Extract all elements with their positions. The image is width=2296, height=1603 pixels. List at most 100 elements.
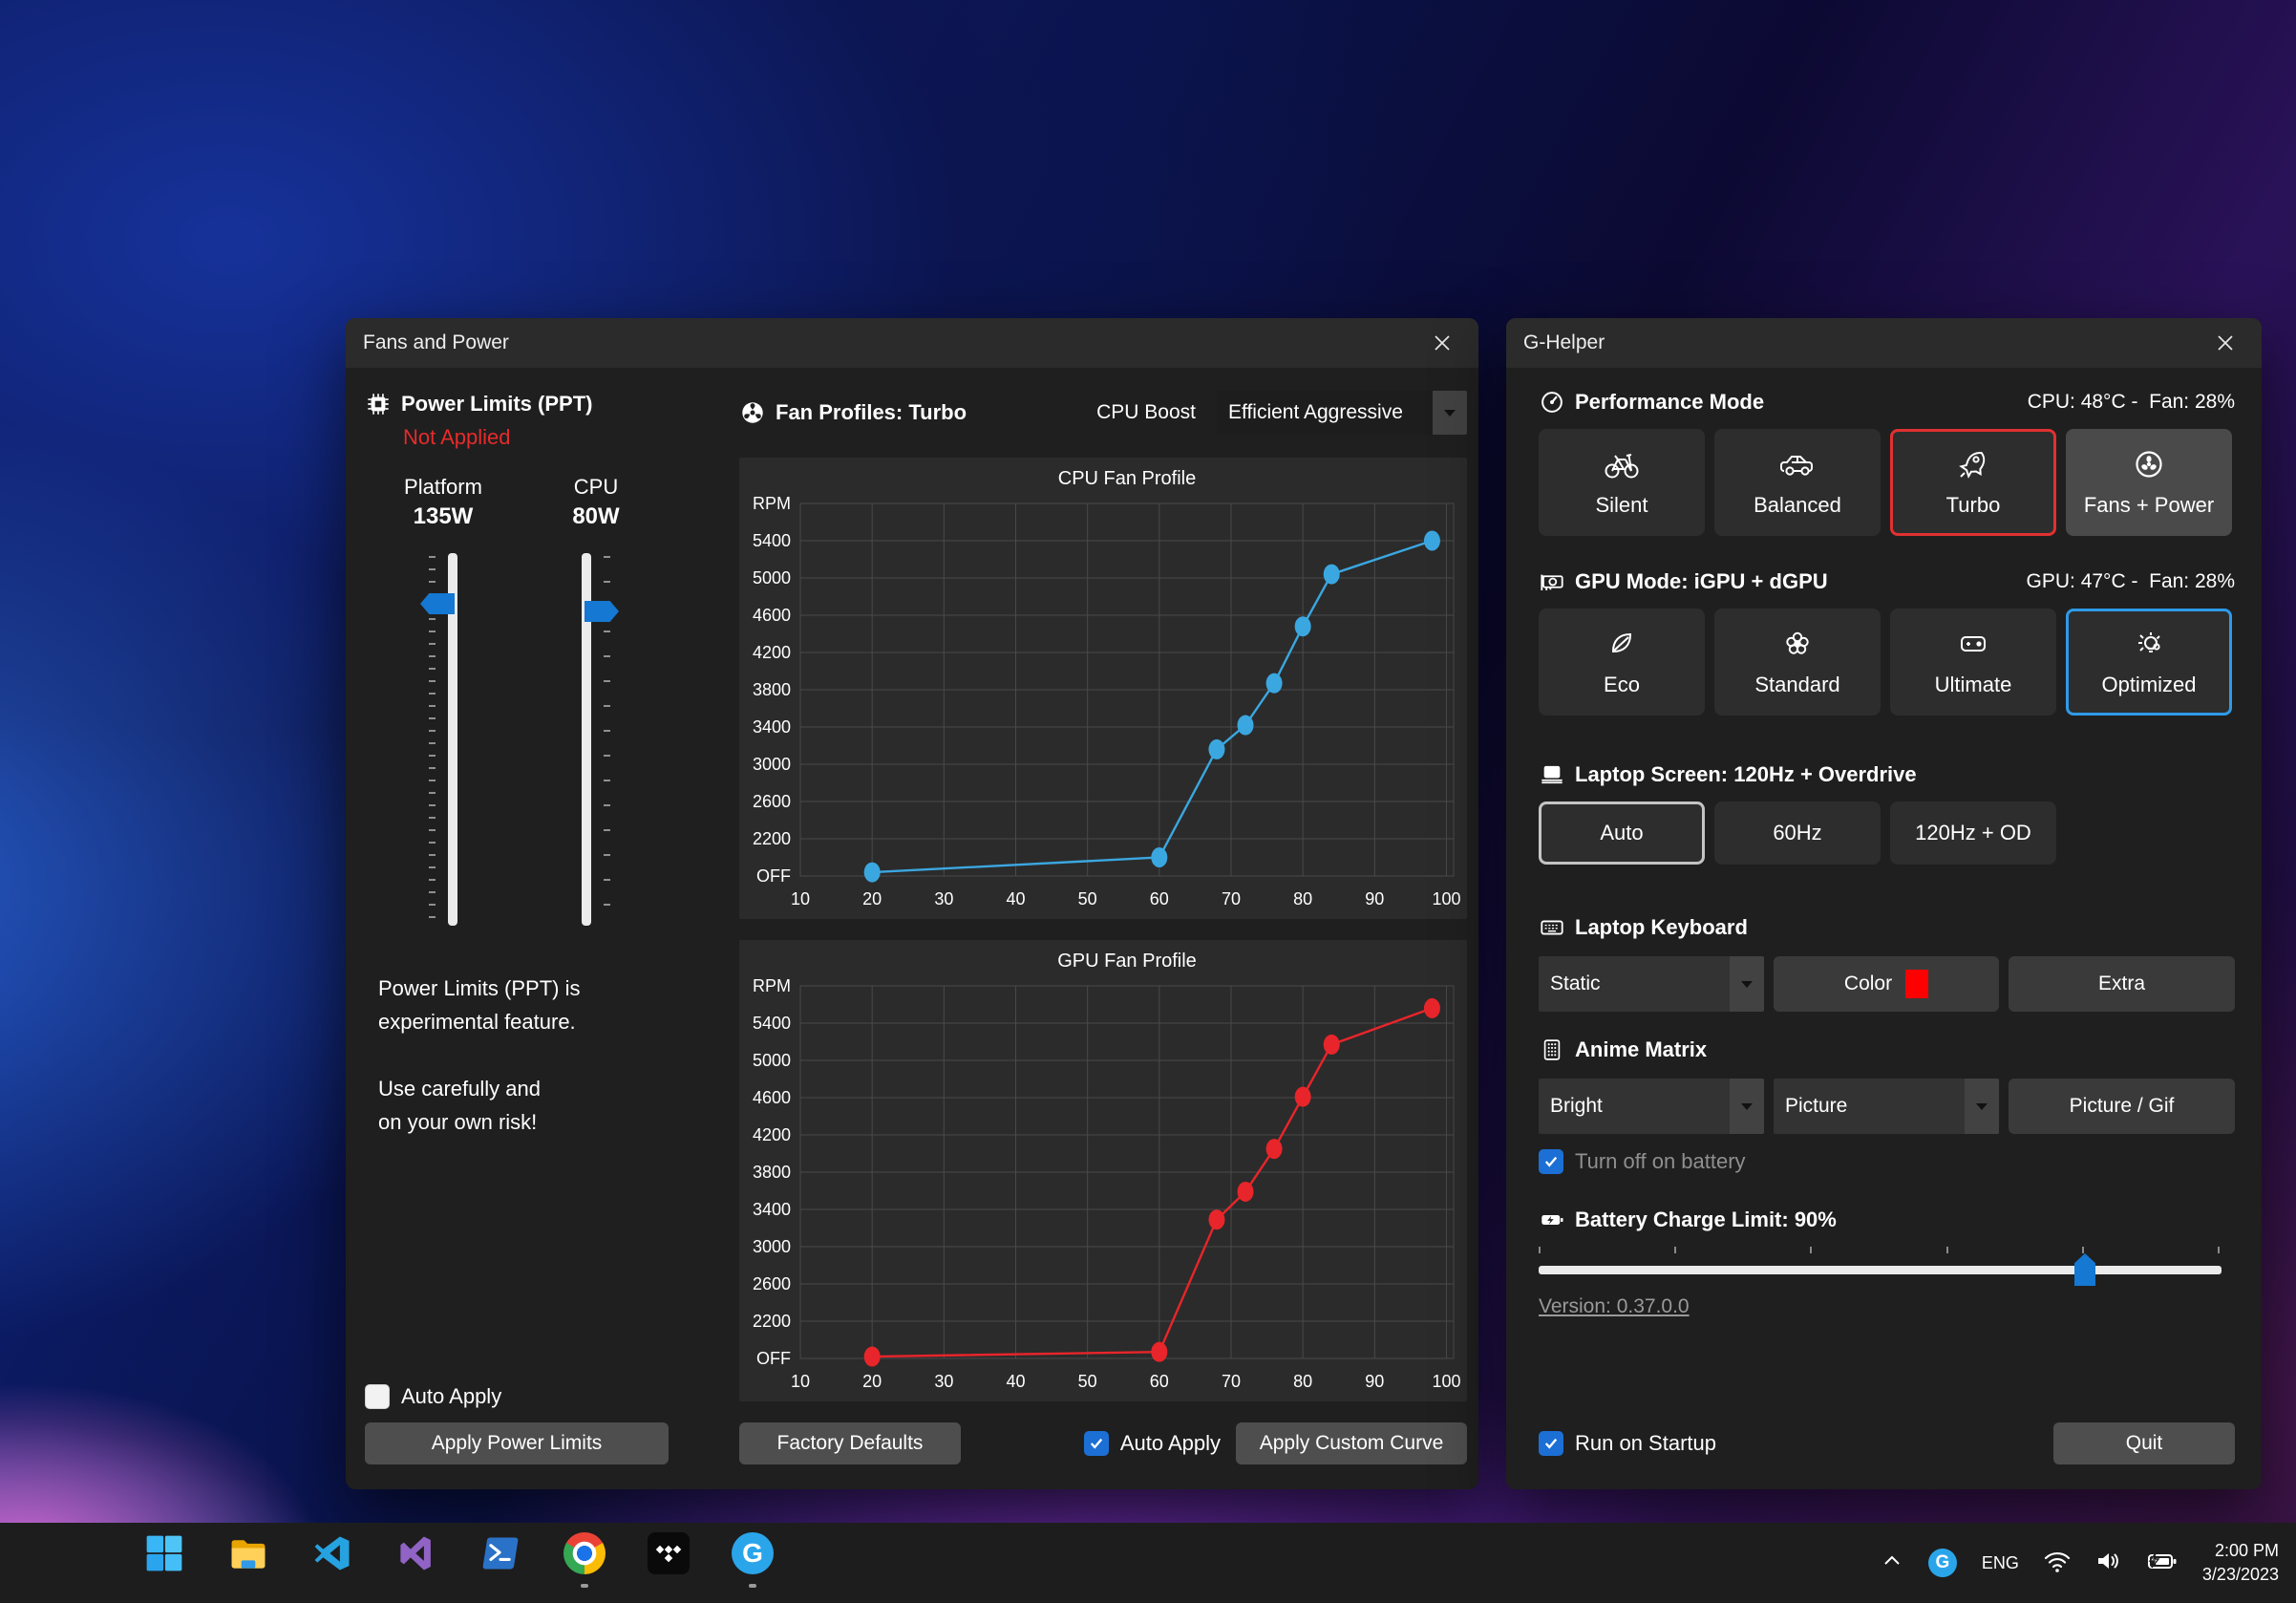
curve-auto-apply-checkbox[interactable] — [1084, 1431, 1109, 1456]
battery-charge-slider[interactable] — [1539, 1247, 2222, 1274]
start-button[interactable] — [141, 1530, 187, 1576]
ghelper-tray-icon[interactable]: G — [1928, 1549, 1957, 1577]
svg-text:50: 50 — [1078, 889, 1097, 908]
file-explorer-icon[interactable] — [225, 1530, 271, 1576]
svg-text:70: 70 — [1222, 889, 1241, 908]
power-auto-apply-checkbox[interactable] — [365, 1384, 390, 1409]
visual-studio-icon[interactable] — [393, 1530, 439, 1576]
svg-text:4600: 4600 — [753, 1088, 791, 1107]
svg-text:10: 10 — [791, 1372, 810, 1391]
gpu-mode-header: GPU Mode: iGPU + dGPU GPU: 47°C - Fan: 2… — [1539, 568, 2235, 595]
apply-custom-curve-button[interactable]: Apply Custom Curve — [1236, 1422, 1467, 1464]
turn-off-on-battery-checkbox[interactable] — [1539, 1149, 1563, 1174]
run-on-startup-checkbox[interactable] — [1539, 1431, 1563, 1456]
keyboard-extra-button[interactable]: Extra — [2009, 956, 2235, 1012]
screen-auto-button[interactable]: Auto — [1539, 802, 1705, 865]
cpu-slider[interactable] — [533, 553, 659, 926]
mode-label: Silent — [1595, 493, 1648, 518]
battery-slider-thumb[interactable] — [2074, 1253, 2095, 1286]
platform-slider-thumb[interactable] — [420, 593, 455, 614]
language-indicator[interactable]: ENG — [1982, 1553, 2019, 1573]
svg-text:CPU Fan Profile: CPU Fan Profile — [1058, 468, 1197, 489]
svg-text:3800: 3800 — [753, 1163, 791, 1182]
platform-slider-track[interactable] — [448, 553, 457, 926]
fans-window-titlebar[interactable]: Fans and Power — [346, 318, 1478, 368]
matrix-content-dropdown[interactable]: Picture — [1774, 1079, 1999, 1134]
mode-label: Turbo — [1946, 493, 2001, 518]
mode-label: Ultimate — [1935, 673, 2012, 697]
screen-60hz-button[interactable]: 60Hz — [1714, 802, 1881, 865]
anime-matrix-header: Anime Matrix — [1539, 1037, 2235, 1063]
cpu-fan-profile-chart[interactable]: CPU Fan Profile102030405060708090100OFF2… — [739, 458, 1467, 919]
mode-balanced-button[interactable]: Balanced — [1714, 429, 1881, 536]
running-indicator — [749, 1584, 756, 1588]
vscode-icon[interactable] — [309, 1530, 355, 1576]
close-icon[interactable] — [2206, 326, 2244, 360]
taskbar-clock[interactable]: 2:00 PM 3/23/2023 — [2202, 1539, 2279, 1587]
laptop-icon — [1539, 761, 1565, 788]
fan-icon — [2133, 448, 2165, 485]
chevron-down-icon[interactable] — [1730, 956, 1764, 1012]
flower-icon — [1781, 628, 1814, 665]
platform-slider[interactable] — [380, 553, 506, 926]
cpu-chip-icon — [365, 391, 392, 417]
laptop-keyboard-title: Laptop Keyboard — [1575, 915, 1748, 940]
matrix-brightness-dropdown[interactable]: Bright — [1539, 1079, 1764, 1134]
mode-label: Balanced — [1754, 493, 1841, 518]
svg-text:30: 30 — [934, 889, 953, 908]
keyboard-mode-dropdown[interactable]: Static — [1539, 956, 1764, 1012]
matrix-picture-gif-button[interactable]: Picture / Gif — [2009, 1079, 2235, 1134]
volume-icon[interactable] — [2095, 1549, 2122, 1578]
power-limits-status: Not Applied — [403, 425, 737, 450]
battery-tray-icon[interactable] — [2147, 1549, 2178, 1578]
mode-turbo-button[interactable]: Turbo — [1890, 429, 2056, 536]
keyboard-color-button[interactable]: Color — [1774, 956, 1999, 1012]
chrome-icon[interactable] — [562, 1530, 607, 1576]
keyboard-controls-row: Static Color Extra — [1539, 956, 2235, 1012]
close-icon[interactable] — [1423, 326, 1461, 360]
chevron-down-icon[interactable] — [1433, 391, 1467, 435]
screen-120hz-od-button[interactable]: 120Hz + OD — [1890, 802, 2056, 865]
tray-chevron-up-icon[interactable] — [1881, 1550, 1903, 1577]
gpu-temp-status: GPU: 47°C - Fan: 28% — [2027, 570, 2235, 593]
gpu-ultimate-button[interactable]: Ultimate — [1890, 609, 2056, 716]
chevron-down-icon[interactable] — [1965, 1079, 1999, 1134]
cpu-temp-status: CPU: 48°C - Fan: 28% — [2028, 391, 2235, 414]
chevron-down-icon[interactable] — [1730, 1079, 1764, 1134]
wifi-icon[interactable] — [2044, 1549, 2071, 1578]
cpu-slider-thumb[interactable] — [585, 601, 619, 622]
gpu-eco-button[interactable]: Eco — [1539, 609, 1705, 716]
ghelper-titlebar[interactable]: G-Helper — [1506, 318, 2262, 368]
performance-mode-title: Performance Mode — [1575, 390, 1764, 415]
platform-label: Platform — [380, 475, 506, 500]
ghelper-taskbar-icon[interactable]: G — [730, 1530, 776, 1576]
fan-profiles-title: Fan Profiles: Turbo — [776, 400, 967, 425]
option-label: 120Hz + OD — [1915, 821, 2031, 845]
cpu-boost-dropdown[interactable]: Efficient Aggressive — [1217, 391, 1467, 435]
factory-defaults-button[interactable]: Factory Defaults — [739, 1422, 961, 1464]
svg-text:70: 70 — [1222, 1372, 1241, 1391]
tidal-icon[interactable] — [646, 1530, 691, 1576]
gpu-standard-button[interactable]: Standard — [1714, 609, 1881, 716]
apply-power-limits-button[interactable]: Apply Power Limits — [365, 1422, 669, 1464]
mode-silent-button[interactable]: Silent — [1539, 429, 1705, 536]
mode-fans-power-button[interactable]: Fans + Power — [2066, 429, 2232, 536]
battery-slider-track[interactable] — [1539, 1266, 2222, 1274]
gpu-optimized-button[interactable]: Optimized — [2066, 609, 2232, 716]
gpu-fan-profile-chart[interactable]: GPU Fan Profile102030405060708090100OFF2… — [739, 940, 1467, 1401]
matrix-content-value: Picture — [1774, 1079, 1965, 1134]
power-limits-section: Power Limits (PPT) Not Applied Platform … — [346, 368, 737, 1489]
run-on-startup-row: Run on Startup — [1539, 1431, 1716, 1456]
svg-text:5000: 5000 — [753, 568, 791, 588]
cpu-slider-track[interactable] — [582, 553, 591, 926]
dot-matrix-icon — [1539, 1037, 1565, 1063]
power-limit-labels: Platform 135W CPU 80W — [380, 475, 737, 530]
version-link[interactable]: Version: 0.37.0.0 — [1539, 1295, 1690, 1318]
powershell-icon[interactable] — [478, 1530, 523, 1576]
leaf-icon — [1605, 628, 1638, 665]
svg-text:2600: 2600 — [753, 1274, 791, 1293]
mode-label: Fans + Power — [2084, 493, 2214, 518]
quit-button[interactable]: Quit — [2053, 1422, 2235, 1464]
battery-limit-header: Battery Charge Limit: 90% — [1539, 1207, 2235, 1233]
ghelper-title: G-Helper — [1523, 331, 2206, 354]
